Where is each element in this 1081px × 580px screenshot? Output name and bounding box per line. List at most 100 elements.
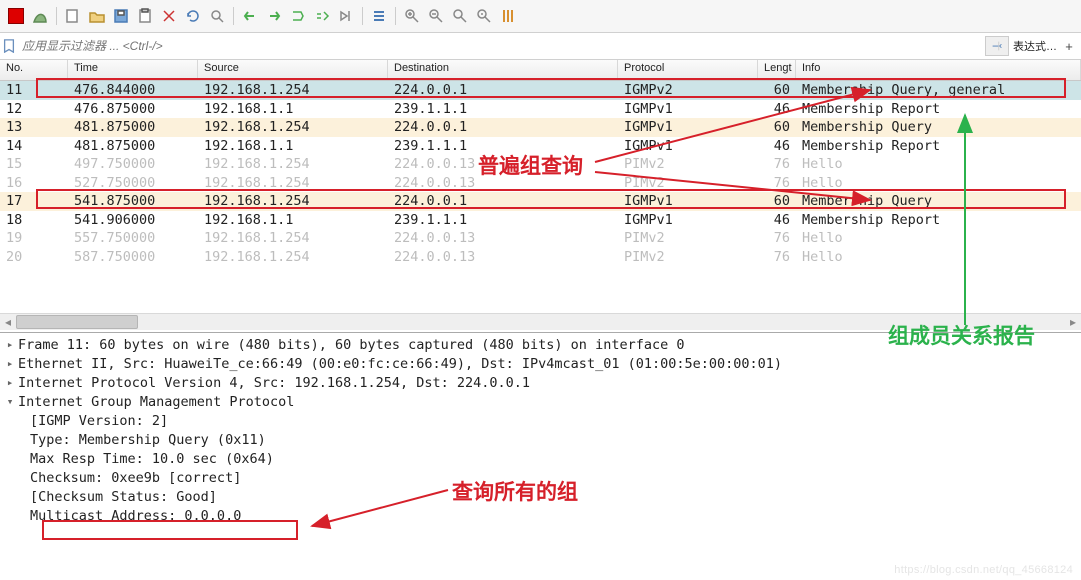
- cell-len: 60: [758, 81, 796, 100]
- file-open-icon[interactable]: [63, 6, 83, 26]
- column-header-source[interactable]: Source: [198, 60, 388, 80]
- cell-info: Membership Report: [796, 100, 1081, 119]
- scroll-thumb[interactable]: [16, 315, 138, 329]
- column-header-info[interactable]: Info: [796, 60, 1081, 80]
- zoom-out-icon[interactable]: [426, 6, 446, 26]
- expression-button[interactable]: 表达式…: [1011, 38, 1059, 54]
- cell-no: 17: [0, 192, 68, 211]
- zoom-fit-icon[interactable]: [474, 6, 494, 26]
- caret-right-icon[interactable]: ▸: [2, 376, 18, 389]
- arrow-right-icon[interactable]: [264, 6, 284, 26]
- cell-time: 481.875000: [68, 137, 198, 156]
- detail-igmp-checkstatus[interactable]: [Checksum Status: Good]: [2, 487, 1081, 506]
- file-save-icon[interactable]: [111, 6, 131, 26]
- cell-dst: 224.0.0.1: [388, 81, 618, 100]
- table-row[interactable]: 12476.875000192.168.1.1239.1.1.1IGMPv146…: [0, 100, 1081, 119]
- step-last-icon[interactable]: [336, 6, 356, 26]
- scroll-left-icon[interactable]: ◂: [0, 314, 16, 330]
- detail-igmp-mcast[interactable]: Multicast Address: 0.0.0.0: [2, 506, 1081, 525]
- cell-time: 541.906000: [68, 211, 198, 230]
- cell-info: Membership Report: [796, 211, 1081, 230]
- cell-time: 481.875000: [68, 118, 198, 137]
- packet-details-pane[interactable]: ▸ Frame 11: 60 bytes on wire (480 bits),…: [0, 333, 1081, 580]
- table-row[interactable]: 17541.875000192.168.1.254224.0.0.1IGMPv1…: [0, 192, 1081, 211]
- detail-igmp-type[interactable]: Type: Membership Query (0x11): [2, 430, 1081, 449]
- cell-no: 20: [0, 248, 68, 267]
- step-over-icon[interactable]: [312, 6, 332, 26]
- file-folder-icon[interactable]: [87, 6, 107, 26]
- column-header-time[interactable]: Time: [68, 60, 198, 80]
- resize-columns-icon[interactable]: [498, 6, 518, 26]
- cell-info: Hello: [796, 155, 1081, 174]
- cell-proto: IGMPv1: [618, 137, 758, 156]
- detail-igmp[interactable]: ▾ Internet Group Management Protocol: [2, 392, 1081, 411]
- cell-info: Membership Query: [796, 192, 1081, 211]
- table-row[interactable]: 16527.750000192.168.1.254224.0.0.13PIMv2…: [0, 174, 1081, 193]
- cell-len: 46: [758, 211, 796, 230]
- main-toolbar: [0, 0, 1081, 33]
- toolbar-separator: [233, 7, 234, 25]
- cell-no: 11: [0, 81, 68, 100]
- detail-igmp-checksum[interactable]: Checksum: 0xee9b [correct]: [2, 468, 1081, 487]
- table-row[interactable]: 14481.875000192.168.1.1239.1.1.1IGMPv146…: [0, 137, 1081, 156]
- cell-proto: IGMPv1: [618, 211, 758, 230]
- cell-dst: 239.1.1.1: [388, 137, 618, 156]
- table-row[interactable]: 19557.750000192.168.1.254224.0.0.13PIMv2…: [0, 229, 1081, 248]
- cell-len: 76: [758, 174, 796, 193]
- table-row[interactable]: 15497.750000192.168.1.254224.0.0.13PIMv2…: [0, 155, 1081, 174]
- arrow-left-icon[interactable]: [240, 6, 260, 26]
- cell-len: 76: [758, 229, 796, 248]
- display-filter-bar: 表达式… +: [0, 33, 1081, 60]
- record-stop-icon[interactable]: [6, 6, 26, 26]
- packet-list-header[interactable]: No. Time Source Destination Protocol Len…: [0, 60, 1081, 81]
- cell-no: 16: [0, 174, 68, 193]
- cell-len: 46: [758, 137, 796, 156]
- reload-icon[interactable]: [183, 6, 203, 26]
- table-row[interactable]: 20587.750000192.168.1.254224.0.0.13PIMv2…: [0, 248, 1081, 267]
- cell-time: 557.750000: [68, 229, 198, 248]
- table-row[interactable]: 11476.844000192.168.1.254224.0.0.1IGMPv2…: [0, 81, 1081, 100]
- detail-ethernet[interactable]: ▸ Ethernet II, Src: HuaweiTe_ce:66:49 (0…: [2, 354, 1081, 373]
- scroll-right-icon[interactable]: ▸: [1065, 314, 1081, 330]
- cell-time: 476.844000: [68, 81, 198, 100]
- zoom-reset-icon[interactable]: [450, 6, 470, 26]
- doc-list-icon[interactable]: [369, 6, 389, 26]
- add-filter-button[interactable]: +: [1061, 39, 1077, 54]
- display-filter-input[interactable]: [18, 37, 985, 55]
- cell-src: 192.168.1.254: [198, 81, 388, 100]
- detail-igmp-version[interactable]: [IGMP Version: 2]: [2, 411, 1081, 430]
- toolbar-separator: [56, 7, 57, 25]
- cell-proto: IGMPv1: [618, 100, 758, 119]
- cell-no: 14: [0, 137, 68, 156]
- caret-right-icon[interactable]: ▸: [2, 357, 18, 370]
- column-header-protocol[interactable]: Protocol: [618, 60, 758, 80]
- cell-src: 192.168.1.254: [198, 155, 388, 174]
- filter-dropdown-icon[interactable]: [985, 36, 1009, 56]
- column-header-destination[interactable]: Destination: [388, 60, 618, 80]
- table-row[interactable]: 18541.906000192.168.1.1239.1.1.1IGMPv146…: [0, 211, 1081, 230]
- step-into-icon[interactable]: [288, 6, 308, 26]
- cell-src: 192.168.1.254: [198, 174, 388, 193]
- table-row[interactable]: 13481.875000192.168.1.254224.0.0.1IGMPv1…: [0, 118, 1081, 137]
- horizontal-scrollbar[interactable]: ◂ ▸: [0, 313, 1081, 330]
- cell-dst: 239.1.1.1: [388, 100, 618, 119]
- cell-src: 192.168.1.254: [198, 229, 388, 248]
- cell-no: 12: [0, 100, 68, 119]
- filter-bookmark-icon[interactable]: [0, 39, 18, 53]
- find-icon[interactable]: [207, 6, 227, 26]
- column-header-length[interactable]: Lengt: [758, 60, 796, 80]
- clipboard-icon[interactable]: [135, 6, 155, 26]
- detail-igmp-maxresp[interactable]: Max Resp Time: 10.0 sec (0x64): [2, 449, 1081, 468]
- close-x-icon[interactable]: [159, 6, 179, 26]
- zoom-in-icon[interactable]: [402, 6, 422, 26]
- caret-right-icon[interactable]: ▸: [2, 338, 18, 351]
- caret-down-icon[interactable]: ▾: [2, 395, 18, 408]
- packet-list-rows[interactable]: 11476.844000192.168.1.254224.0.0.1IGMPv2…: [0, 81, 1081, 313]
- column-header-no[interactable]: No.: [0, 60, 68, 80]
- detail-ethernet-text: Ethernet II, Src: HuaweiTe_ce:66:49 (00:…: [18, 356, 782, 372]
- shark-fin-icon[interactable]: [30, 6, 50, 26]
- detail-ip[interactable]: ▸ Internet Protocol Version 4, Src: 192.…: [2, 373, 1081, 392]
- cell-dst: 224.0.0.13: [388, 248, 618, 267]
- detail-igmp-text: Internet Group Management Protocol: [18, 394, 294, 410]
- detail-frame[interactable]: ▸ Frame 11: 60 bytes on wire (480 bits),…: [2, 335, 1081, 354]
